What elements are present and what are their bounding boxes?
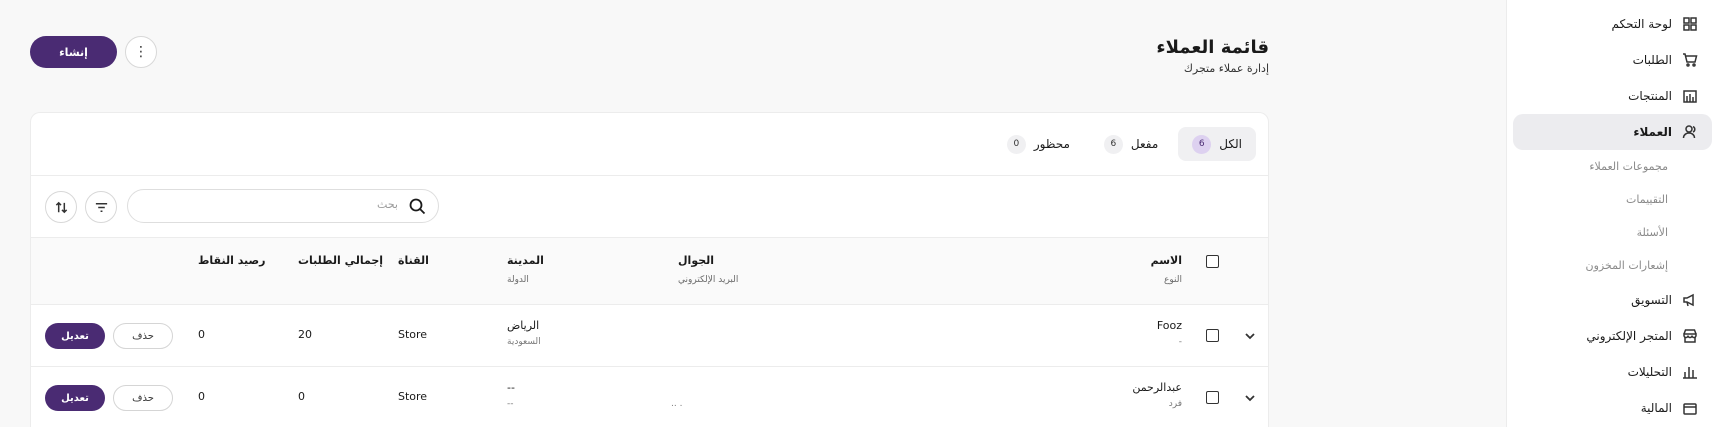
tab-count-badge: 0 xyxy=(1006,134,1026,154)
tab-all[interactable]: الكل 6 xyxy=(1178,127,1256,161)
sidebar-item-products[interactable]: المنتجات xyxy=(1513,78,1712,114)
sidebar-item-label: العملاء xyxy=(1633,125,1672,139)
select-all-checkbox[interactable] xyxy=(1206,255,1219,268)
sidebar-item-online-store[interactable]: المتجر الإلكتروني xyxy=(1513,318,1712,354)
customer-country: -- xyxy=(507,399,514,409)
sidebar-item-label: التحليلات xyxy=(1627,365,1672,379)
page-title: قائمة العملاء xyxy=(1156,37,1269,58)
cart-icon xyxy=(1682,52,1698,68)
sidebar-item-label: الطلبات xyxy=(1632,53,1672,67)
table-row[interactable]: عبدالرحمن فرد . .. -- -- Store 0 0 حذف ت… xyxy=(31,367,1268,427)
customer-country: السعودية xyxy=(507,337,541,347)
customer-city: الرياض xyxy=(507,319,540,332)
tab-count-badge: 6 xyxy=(1103,134,1123,154)
customer-points: 0 xyxy=(198,390,205,403)
page-subtitle: إدارة عملاء متجرك xyxy=(1183,62,1269,75)
search-icon xyxy=(409,198,426,218)
sidebar-item-orders[interactable]: الطلبات xyxy=(1513,42,1712,78)
sidebar-subitem-stock-notifications[interactable]: إشعارات المخزون xyxy=(1507,249,1716,282)
header-name: الاسم xyxy=(1150,254,1182,267)
tab-label: مفعل xyxy=(1130,137,1159,151)
bar-chart-icon xyxy=(1682,364,1698,380)
wallet-icon xyxy=(1682,400,1698,416)
customer-name: Fooz xyxy=(1156,319,1182,332)
customer-total-orders: 20 xyxy=(298,328,312,341)
megaphone-icon xyxy=(1682,292,1698,308)
customers-card: الكل 6 مفعل 6 محظور 0 الاسم النوع الجوال… xyxy=(30,112,1269,427)
sidebar-item-label: المنتجات xyxy=(1628,89,1672,103)
sidebar: لوحة التحكم الطلبات المنتجات العملاء مجم… xyxy=(1506,0,1716,427)
chevron-down-icon[interactable] xyxy=(1244,330,1256,342)
customer-points: 0 xyxy=(198,328,205,341)
sidebar-item-dashboard[interactable]: لوحة التحكم xyxy=(1513,6,1712,42)
header-mobile: الجوال xyxy=(678,254,715,267)
row-checkbox[interactable] xyxy=(1206,391,1219,404)
header-total-orders: إجمالي الطلبات xyxy=(298,254,384,267)
create-button[interactable]: إنشاء xyxy=(30,36,117,68)
sidebar-item-label: المتجر الإلكتروني xyxy=(1586,329,1672,343)
edit-button[interactable]: تعديل xyxy=(45,385,105,411)
filter-icon xyxy=(95,202,107,212)
sidebar-item-customers[interactable]: العملاء xyxy=(1513,114,1712,150)
customer-type: - xyxy=(1178,337,1182,347)
customer-type: فرد xyxy=(1168,399,1182,409)
customer-email: . .. xyxy=(671,399,683,409)
customer-channel: Store xyxy=(398,390,428,403)
edit-button[interactable]: تعديل xyxy=(45,323,105,349)
filter-button[interactable] xyxy=(85,191,117,223)
sidebar-item-label: التسويق xyxy=(1631,293,1672,307)
store-icon xyxy=(1682,328,1698,344)
tab-active[interactable]: مفعل 6 xyxy=(1090,127,1172,161)
search-box xyxy=(127,189,439,223)
row-checkbox[interactable] xyxy=(1206,329,1219,342)
table-row[interactable]: Fooz - الرياض السعودية Store 20 0 حذف تع… xyxy=(31,305,1268,367)
header-email: البريد الإلكتروني xyxy=(678,275,739,285)
delete-button[interactable]: حذف xyxy=(113,323,173,349)
customer-city: -- xyxy=(507,381,515,394)
header-country: الدولة xyxy=(507,275,529,285)
sort-icon xyxy=(55,201,67,213)
tab-blocked[interactable]: محظور 0 xyxy=(993,127,1084,161)
tab-label: محظور xyxy=(1033,137,1070,151)
more-vertical-icon: ⋮ xyxy=(134,44,148,60)
tabs-divider xyxy=(31,175,1268,176)
products-icon xyxy=(1682,88,1698,104)
customer-total-orders: 0 xyxy=(298,390,305,403)
delete-button[interactable]: حذف xyxy=(113,385,173,411)
customer-name: عبدالرحمن xyxy=(1132,381,1182,394)
sidebar-subitem-reviews[interactable]: التقييمات xyxy=(1507,183,1716,216)
dashboard-icon xyxy=(1682,16,1698,32)
sidebar-item-label: المالية xyxy=(1640,401,1672,415)
header-type: النوع xyxy=(1164,275,1182,285)
sidebar-item-marketing[interactable]: التسويق xyxy=(1513,282,1712,318)
header-points: رصيد النقاط xyxy=(198,254,266,267)
search-input[interactable] xyxy=(148,198,398,211)
sidebar-item-label: لوحة التحكم xyxy=(1611,17,1673,31)
table-header: الاسم النوع الجوال البريد الإلكتروني الم… xyxy=(31,237,1268,305)
more-options-button[interactable]: ⋮ xyxy=(125,36,157,68)
users-icon xyxy=(1682,124,1698,140)
customer-channel: Store xyxy=(398,328,428,341)
sidebar-subitem-customer-groups[interactable]: مجموعات العملاء xyxy=(1507,150,1716,183)
tab-count-badge: 6 xyxy=(1192,134,1212,154)
tab-label: الكل xyxy=(1219,137,1242,151)
sidebar-item-analytics[interactable]: التحليلات xyxy=(1513,354,1712,390)
sidebar-item-finance[interactable]: المالية xyxy=(1513,390,1712,426)
chevron-down-icon[interactable] xyxy=(1244,392,1256,404)
status-tabs: الكل 6 مفعل 6 محظور 0 xyxy=(993,127,1256,161)
header-channel: القناة xyxy=(398,254,429,267)
sort-button[interactable] xyxy=(45,191,77,223)
sidebar-subitem-questions[interactable]: الأسئلة xyxy=(1507,216,1716,249)
header-city: المدينة xyxy=(507,254,544,267)
